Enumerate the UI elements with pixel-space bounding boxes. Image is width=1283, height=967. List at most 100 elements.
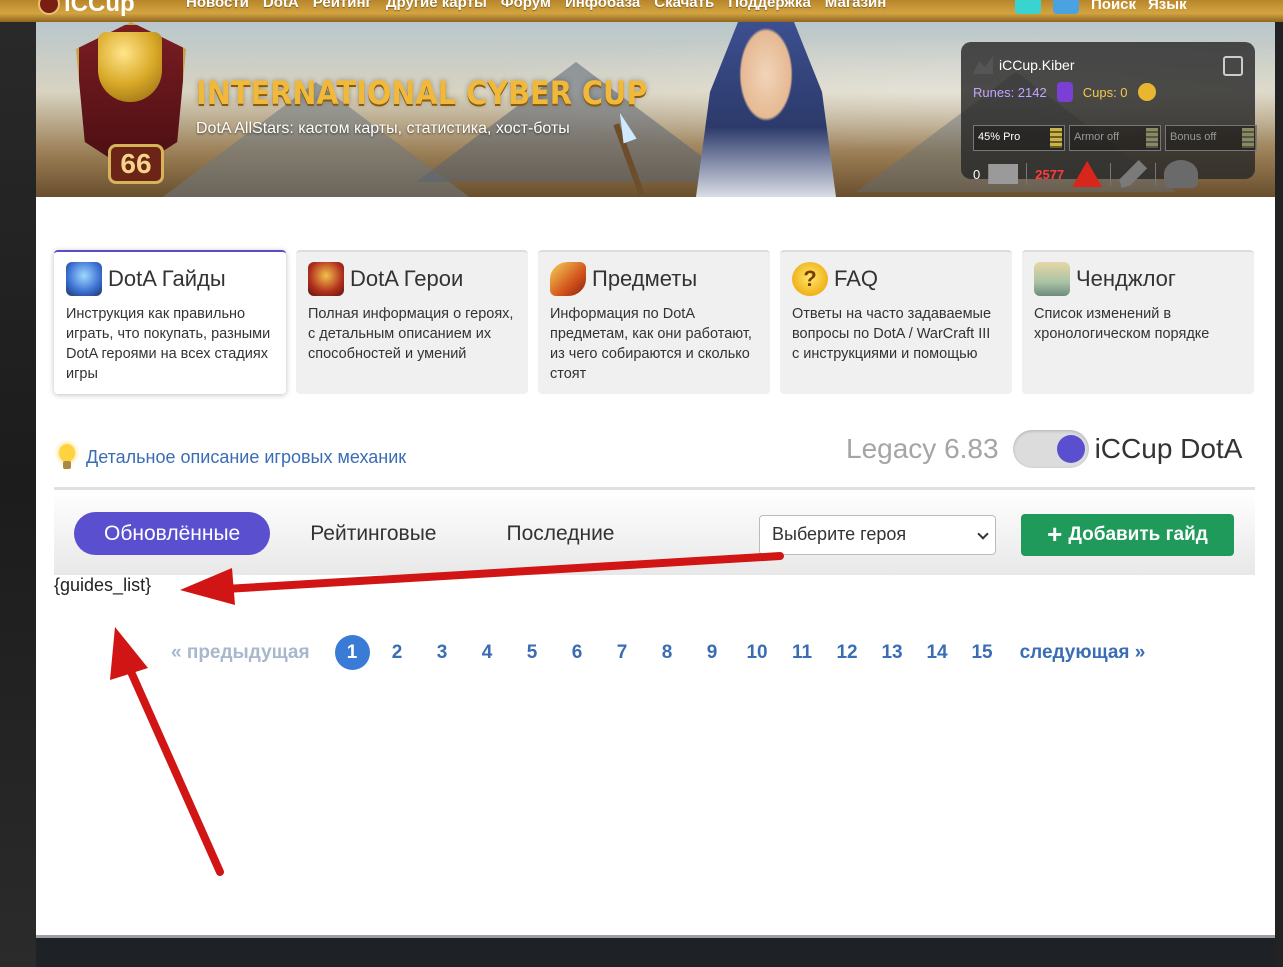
category-card-changelog[interactable]: Ченджлог Список изменений в хронологичес…: [1022, 250, 1254, 394]
current-version-label[interactable]: iCCup DotA: [1095, 433, 1243, 465]
page-link[interactable]: 3: [420, 642, 465, 664]
level-bar-icon: [1146, 128, 1158, 148]
nav-item[interactable]: Магазин: [825, 0, 887, 11]
pro-toggle[interactable]: 45% Pro: [973, 125, 1065, 151]
next-page-link[interactable]: следующая »: [1020, 642, 1146, 664]
nav-item[interactable]: Скачать: [654, 0, 714, 11]
page-link[interactable]: 14: [915, 642, 960, 664]
user-currency: Runes: 2142 Cups: 0: [973, 82, 1156, 102]
prev-page-link[interactable]: « предыдущая: [171, 642, 310, 664]
chat-icon[interactable]: [1015, 0, 1041, 14]
card-description: Ответы на часто задаваемые вопросы по Do…: [792, 306, 992, 362]
card-title: DotA Герои: [350, 266, 464, 291]
nav-item[interactable]: Инфобаза: [565, 0, 640, 11]
user-actions: 0 2577: [973, 160, 1199, 188]
guides-toolbar: Обновлённые Рейтинговые Последние Выбери…: [54, 487, 1255, 575]
nav-item[interactable]: Рейтинг: [313, 0, 372, 11]
card-header: ? FAQ: [792, 262, 1000, 296]
settings-wrench-icon[interactable]: [1119, 160, 1148, 188]
hero-illustration: [696, 22, 836, 197]
add-guide-label: Добавить гайд: [1068, 524, 1208, 545]
nav-item[interactable]: Новости: [186, 0, 249, 11]
bonus-toggle-label: Bonus off: [1170, 131, 1217, 143]
card-title: Предметы: [592, 266, 698, 291]
runes-count: Runes: 2142: [973, 84, 1047, 100]
site-logo[interactable]: iCCup: [38, 0, 135, 18]
nav-item[interactable]: Форум: [501, 0, 551, 11]
bulb-base: [63, 461, 71, 469]
nav-item[interactable]: Поддержка: [728, 0, 811, 11]
bonus-toggles: 45% Pro Armor off Bonus off: [973, 125, 1257, 151]
category-card-faq[interactable]: ? FAQ Ответы на часто задаваемые вопросы…: [780, 250, 1012, 394]
page-link[interactable]: 6: [555, 642, 600, 664]
tab-latest[interactable]: Последние: [476, 512, 644, 555]
page-content: 66 INTERNATIONAL CYBER CUP DotA AllStars…: [36, 22, 1275, 967]
card-title: Ченджлог: [1076, 266, 1176, 291]
chevron-down-icon: [977, 528, 989, 540]
page-link[interactable]: 12: [825, 642, 870, 664]
nav-item[interactable]: Другие карты: [386, 0, 487, 11]
toggle-knob: [1056, 435, 1085, 463]
language-link[interactable]: Язык: [1148, 0, 1187, 13]
hero-select[interactable]: Выберите героя: [759, 515, 996, 555]
rune-icon: [1056, 82, 1073, 102]
card-title: FAQ: [834, 266, 879, 291]
faq-icon: ?: [792, 262, 828, 296]
plus-icon: +: [1047, 518, 1063, 549]
logo-text: iCCup: [64, 0, 135, 17]
card-header: DotA Герои: [308, 262, 516, 296]
legacy-version-label[interactable]: Legacy 6.83: [846, 433, 999, 465]
add-guide-button[interactable]: + Добавить гайд: [1021, 514, 1234, 556]
card-description: Инструкция как правильно играть, что пок…: [66, 306, 271, 382]
page-link[interactable]: 11: [780, 642, 825, 664]
footer: [36, 935, 1275, 967]
dota-categories: DotA Гайды Инструкция как правильно игра…: [54, 250, 1254, 394]
category-card-guides[interactable]: DotA Гайды Инструкция как правильно игра…: [54, 250, 286, 394]
bonus-toggle[interactable]: Bonus off: [1165, 125, 1257, 151]
version-toggle[interactable]: [1012, 430, 1089, 468]
search-link[interactable]: Поиск: [1091, 0, 1136, 13]
page-link[interactable]: 8: [645, 642, 690, 664]
mechanics-row: Детальное описание игровых механик: [54, 442, 406, 472]
nav-item[interactable]: DotA: [263, 0, 299, 11]
page-link[interactable]: 7: [600, 642, 645, 664]
mail-icon[interactable]: [988, 164, 1019, 184]
card-header: Предметы: [550, 262, 758, 296]
page-link[interactable]: 5: [510, 642, 555, 664]
divider: [1026, 163, 1028, 185]
page-link[interactable]: 15: [960, 642, 1005, 664]
logo-emblem-icon: [38, 0, 60, 15]
category-card-items[interactable]: Предметы Информация по DotA предметам, к…: [538, 250, 770, 394]
card-description: Полная информация о героях, с детальным …: [308, 306, 514, 362]
level-bar-icon: [1242, 128, 1254, 148]
category-card-heroes[interactable]: DotA Герои Полная информация о героях, с…: [296, 250, 528, 394]
banner-title[interactable]: INTERNATIONAL CYBER CUP: [196, 74, 648, 112]
page-link[interactable]: 10: [735, 642, 780, 664]
page-link[interactable]: 9: [690, 642, 735, 664]
user-name-row[interactable]: iCCup.Kiber: [973, 56, 1074, 74]
page-link[interactable]: 13: [870, 642, 915, 664]
user-avatar-icon: [973, 56, 993, 74]
page-link[interactable]: 4: [465, 642, 510, 664]
armor-toggle[interactable]: Armor off: [1069, 125, 1161, 151]
user-name[interactable]: iCCup.Kiber: [999, 57, 1074, 73]
header-banner: 66 INTERNATIONAL CYBER CUP DotA AllStars…: [36, 22, 1275, 197]
side-background-left: [0, 0, 36, 967]
page-link[interactable]: 2: [375, 642, 420, 664]
page-link-current[interactable]: 1: [334, 635, 370, 670]
changelog-scroll-icon: [1034, 262, 1070, 296]
friends-icon[interactable]: [1164, 160, 1199, 188]
logout-icon[interactable]: [1223, 56, 1243, 76]
mail-count: 0: [973, 166, 981, 182]
warning-icon[interactable]: [1072, 161, 1103, 187]
tab-rated[interactable]: Рейтинговые: [280, 512, 466, 555]
items-icon: [550, 262, 586, 296]
mechanics-link[interactable]: Детальное описание игровых механик: [86, 447, 406, 468]
profile-icon[interactable]: [1053, 0, 1079, 14]
hero-select-value: Выберите героя: [772, 524, 907, 544]
card-description: Информация по DotA предметам, как они ра…: [550, 306, 752, 382]
guides-list-placeholder: {guides_list}: [54, 575, 152, 595]
banner-subtitle: DotA AllStars: кастом карты, статистика,…: [196, 120, 570, 137]
warning-count: 2577: [1035, 166, 1065, 182]
tab-updated[interactable]: Обновлённые: [74, 512, 271, 555]
